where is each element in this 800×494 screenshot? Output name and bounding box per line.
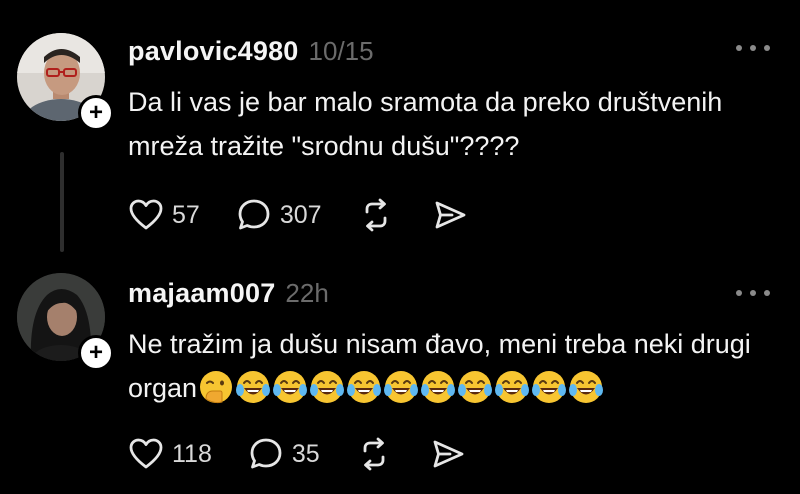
username[interactable]: majaam007 xyxy=(128,278,275,309)
thread-line xyxy=(60,152,64,252)
repost-button[interactable] xyxy=(354,434,394,474)
tears-of-joy-emoji-icon xyxy=(236,370,271,403)
comment-icon xyxy=(250,438,282,469)
like-button[interactable]: 57 xyxy=(126,195,200,235)
reply-count: 35 xyxy=(291,439,320,468)
tears-of-joy-emoji-icon xyxy=(421,370,456,403)
tears-of-joy-emoji-icon xyxy=(310,370,345,403)
tears-of-joy-emoji-icon xyxy=(495,370,530,403)
post: + pavlovic4980 10/15 Da li vas je bar ma… xyxy=(0,0,800,262)
tears-of-joy-emoji-icon xyxy=(347,370,382,403)
face-with-hand-over-mouth-emoji-icon xyxy=(200,370,233,403)
post-text: Da li vas je bar malo sramota da preko d… xyxy=(128,87,723,161)
username[interactable]: pavlovic4980 xyxy=(128,36,299,67)
post-header: pavlovic4980 10/15 xyxy=(128,36,374,67)
send-icon xyxy=(435,201,465,229)
reply-button[interactable]: 307 xyxy=(234,195,322,235)
comment-icon xyxy=(238,199,270,230)
tears-of-joy-emoji-icon xyxy=(273,370,308,403)
follow-plus-button[interactable]: + xyxy=(78,335,114,371)
like-count: 118 xyxy=(172,439,212,468)
post: + majaam007 22h Ne tražim ja dušu nisam … xyxy=(0,262,800,494)
like-button[interactable]: 118 xyxy=(126,434,212,474)
timestamp: 22h xyxy=(285,278,329,308)
emoji-row xyxy=(198,369,605,405)
tears-of-joy-emoji-icon xyxy=(458,370,493,403)
follow-plus-button[interactable]: + xyxy=(78,95,114,131)
post-text: Ne tražim ja dušu nisam đavo, meni treba… xyxy=(128,322,768,410)
reply-count: 307 xyxy=(279,200,322,229)
repost-icon xyxy=(365,198,386,232)
like-count: 57 xyxy=(172,200,200,229)
tears-of-joy-emoji-icon xyxy=(569,370,604,403)
post-header: majaam007 22h xyxy=(128,278,329,309)
heart-icon xyxy=(129,438,163,469)
timestamp: 10/15 xyxy=(308,36,374,66)
action-bar: 57 307 xyxy=(126,195,504,235)
repost-button[interactable] xyxy=(356,195,396,235)
heart-icon xyxy=(129,199,163,230)
more-options-icon[interactable] xyxy=(736,287,770,299)
more-options-icon[interactable] xyxy=(736,42,770,54)
reply-button[interactable]: 35 xyxy=(246,434,320,474)
tears-of-joy-emoji-icon xyxy=(384,370,419,403)
repost-icon xyxy=(363,437,385,471)
share-button[interactable] xyxy=(430,195,470,235)
share-button[interactable] xyxy=(428,434,468,474)
tears-of-joy-emoji-icon xyxy=(532,370,567,403)
send-icon xyxy=(433,440,464,468)
action-bar: 118 35 xyxy=(126,434,502,474)
